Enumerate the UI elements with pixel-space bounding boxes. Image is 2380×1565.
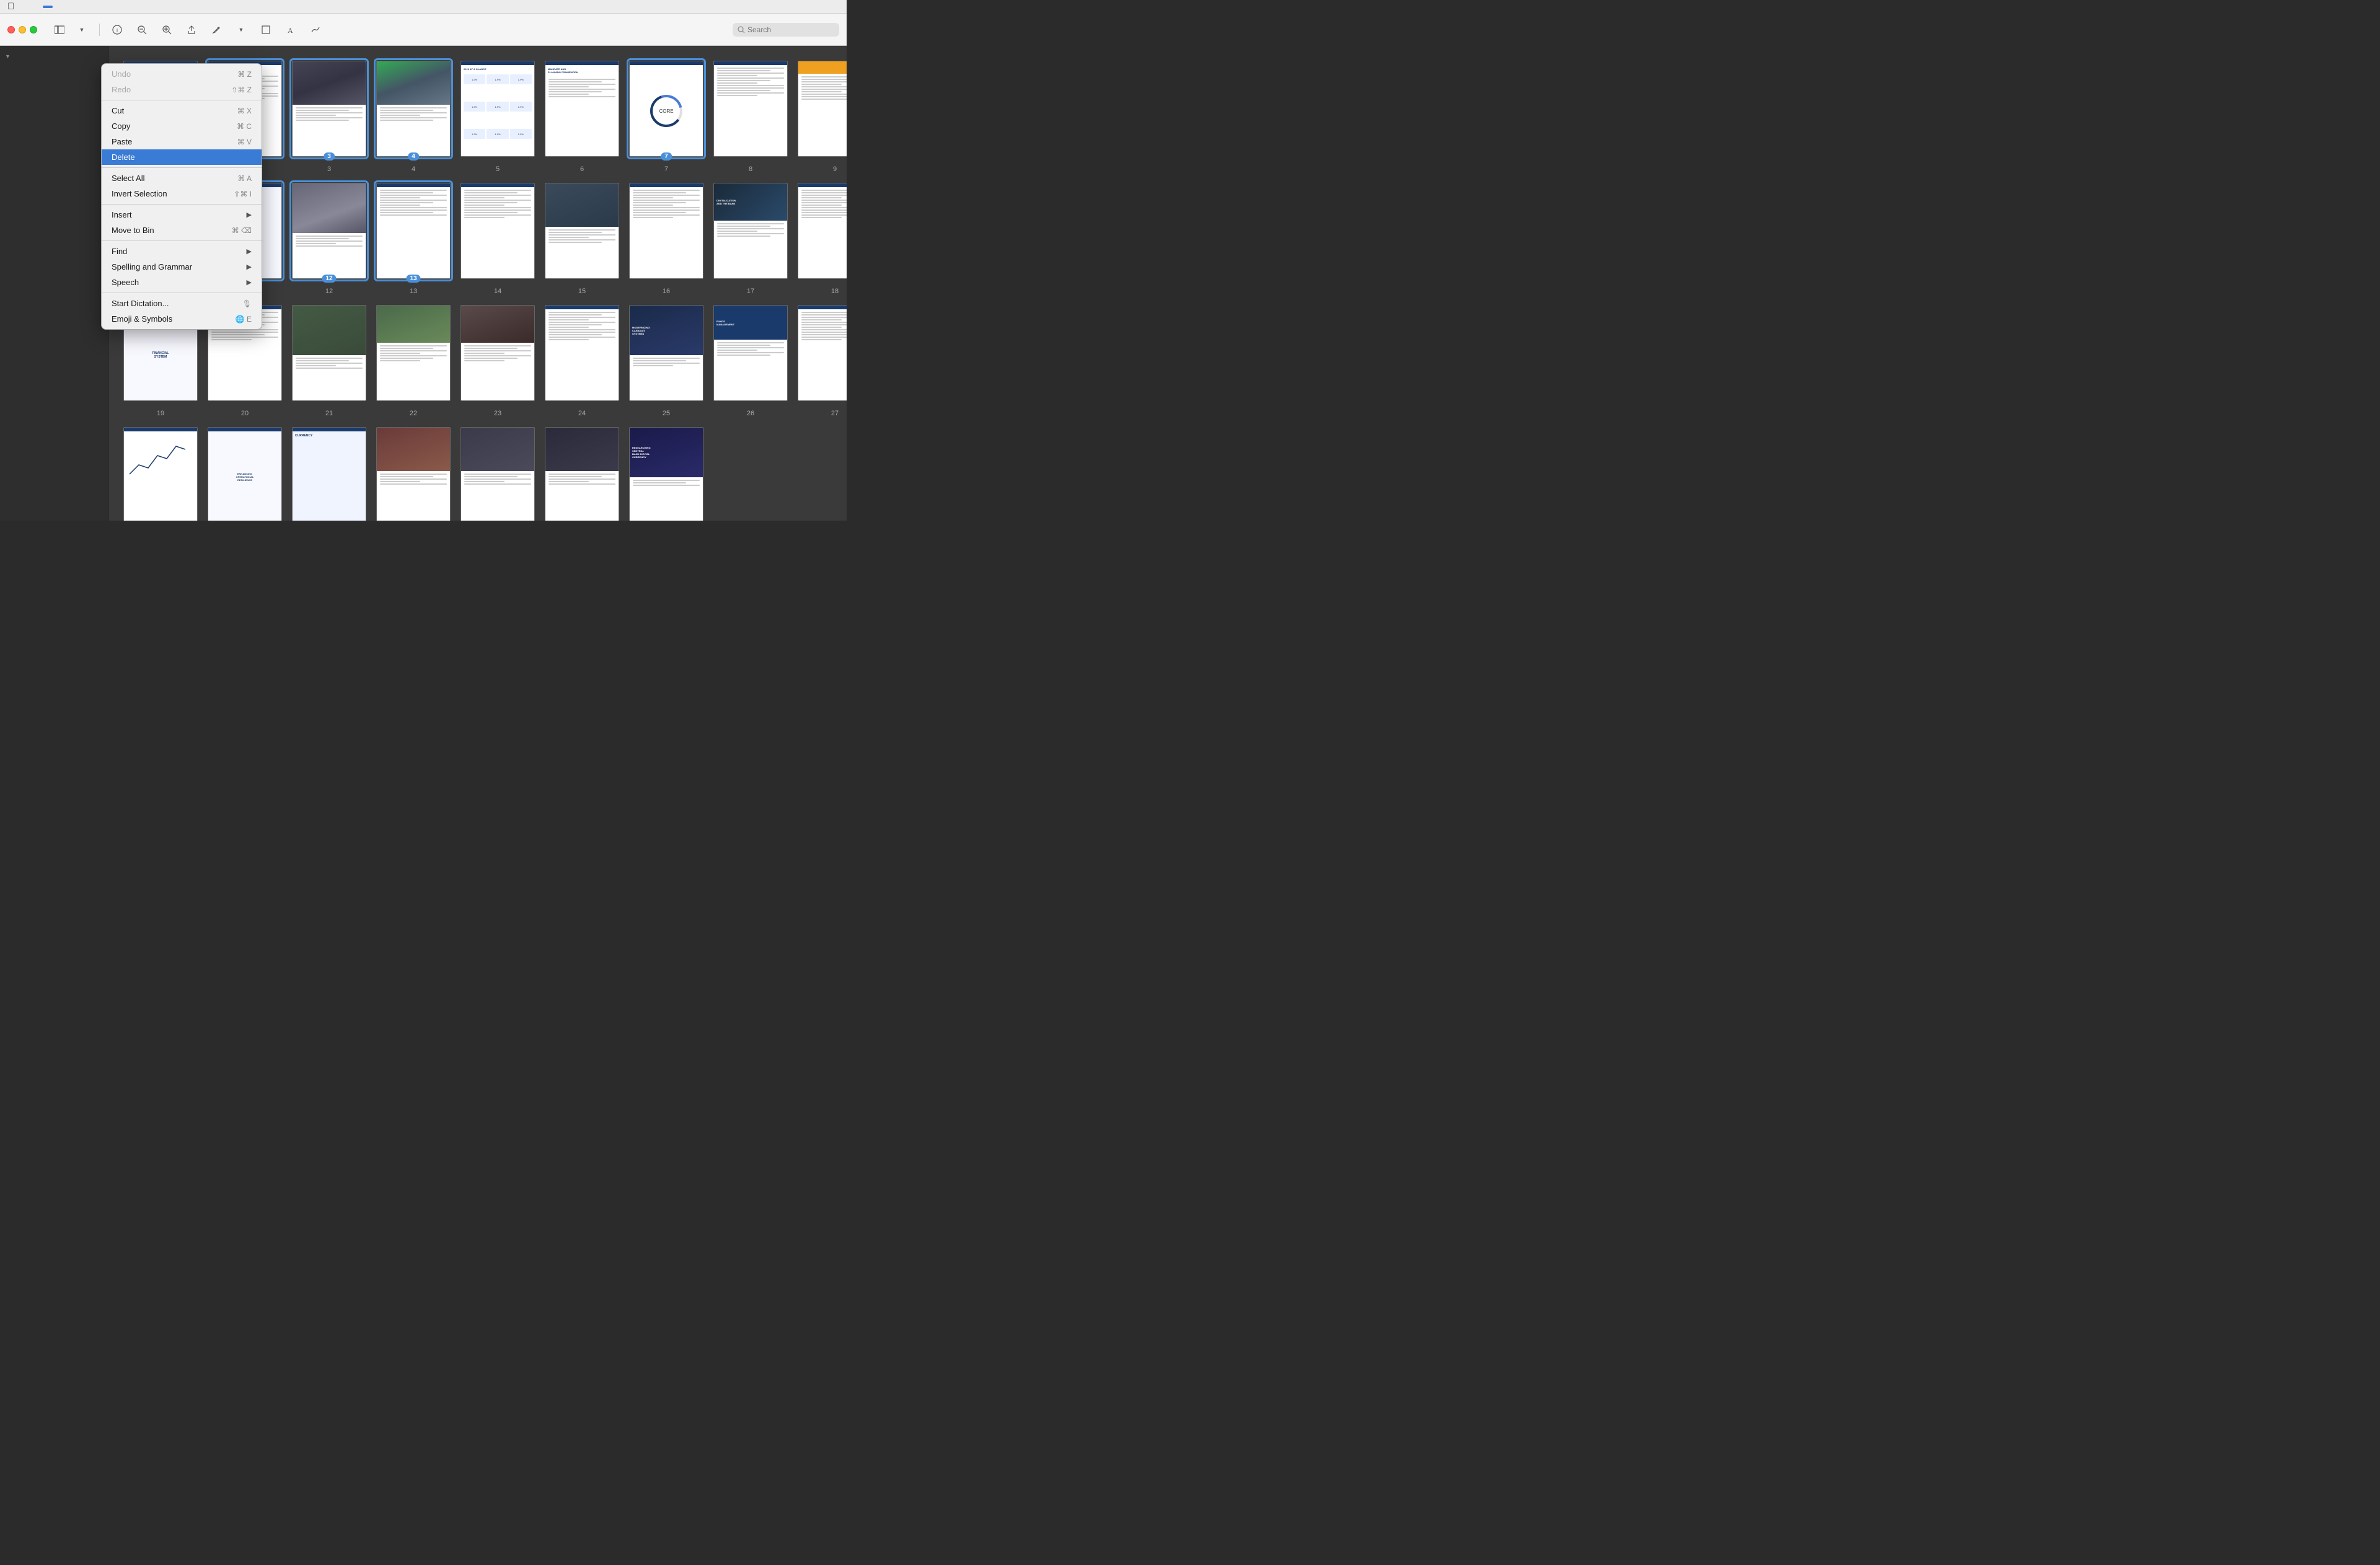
menu-item-label: Insert <box>112 210 132 219</box>
menu-item-spelling-and-grammar[interactable]: Spelling and Grammar ▶ <box>102 259 262 275</box>
menu-shortcut: ⇧⌘ Z <box>231 86 252 94</box>
submenu-arrow-icon: ▶ <box>247 263 252 271</box>
menu-shortcut: ⌘ C <box>237 122 252 131</box>
menu-item-cut[interactable]: Cut ⌘ X <box>102 103 262 118</box>
menu-item-label: Cut <box>112 106 124 115</box>
menu-item-move-to-bin[interactable]: Move to Bin ⌘ ⌫ <box>102 223 262 238</box>
menu-item-label: Find <box>112 247 127 256</box>
menu-item-label: Redo <box>112 85 131 94</box>
menu-item-invert-selection[interactable]: Invert Selection ⇧⌘ I <box>102 186 262 201</box>
menu-item-label: Emoji & Symbols <box>112 314 172 324</box>
menu-item-label: Move to Bin <box>112 226 154 235</box>
menu-shortcut: ⌘ X <box>237 107 252 115</box>
menu-item-undo: Undo ⌘ Z <box>102 66 262 82</box>
menu-shortcut: 🌐 E <box>236 315 252 324</box>
menu-item-label: Delete <box>112 152 135 162</box>
menu-shortcut: ⌘ A <box>237 174 252 183</box>
menu-item-label: Paste <box>112 137 132 146</box>
menu-shortcut: 🎙 <box>242 299 252 308</box>
context-menu: Undo ⌘ Z Redo ⇧⌘ Z Cut ⌘ X Copy ⌘ C Paste ⌘ V Dele… <box>101 63 262 330</box>
menu-shortcut: ⌘ ⌫ <box>232 226 252 235</box>
submenu-arrow-icon: ▶ <box>247 211 252 219</box>
menu-item-label: Undo <box>112 69 131 79</box>
menu-item-find[interactable]: Find ▶ <box>102 244 262 259</box>
menu-shortcut: ⌘ V <box>237 138 252 146</box>
menu-item-copy[interactable]: Copy ⌘ C <box>102 118 262 134</box>
menu-item-paste[interactable]: Paste ⌘ V <box>102 134 262 149</box>
menu-item-insert[interactable]: Insert ▶ <box>102 207 262 223</box>
menu-item-label: Select All <box>112 174 144 183</box>
menu-item-label: Spelling and Grammar <box>112 262 192 271</box>
menu-item-label: Invert Selection <box>112 189 167 198</box>
menu-shortcut: ⌘ Z <box>237 70 252 79</box>
context-menu-overlay[interactable]: Undo ⌘ Z Redo ⇧⌘ Z Cut ⌘ X Copy ⌘ C Paste ⌘ V Dele… <box>0 0 847 538</box>
menu-item-emoji-&-symbols[interactable]: Emoji & Symbols 🌐 E <box>102 311 262 327</box>
menu-item-speech[interactable]: Speech ▶ <box>102 275 262 290</box>
menu-item-redo: Redo ⇧⌘ Z <box>102 82 262 97</box>
menu-item-delete[interactable]: Delete <box>102 149 262 165</box>
submenu-arrow-icon: ▶ <box>247 247 252 255</box>
menu-item-select-all[interactable]: Select All ⌘ A <box>102 170 262 186</box>
menu-item-label: Copy <box>112 121 130 131</box>
menu-item-start-dictation[interactable]: Start Dictation... 🎙 <box>102 296 262 311</box>
menu-item-label: Speech <box>112 278 139 287</box>
menu-shortcut: ⇧⌘ I <box>234 190 252 198</box>
submenu-arrow-icon: ▶ <box>247 278 252 286</box>
menu-item-label: Start Dictation... <box>112 299 169 308</box>
